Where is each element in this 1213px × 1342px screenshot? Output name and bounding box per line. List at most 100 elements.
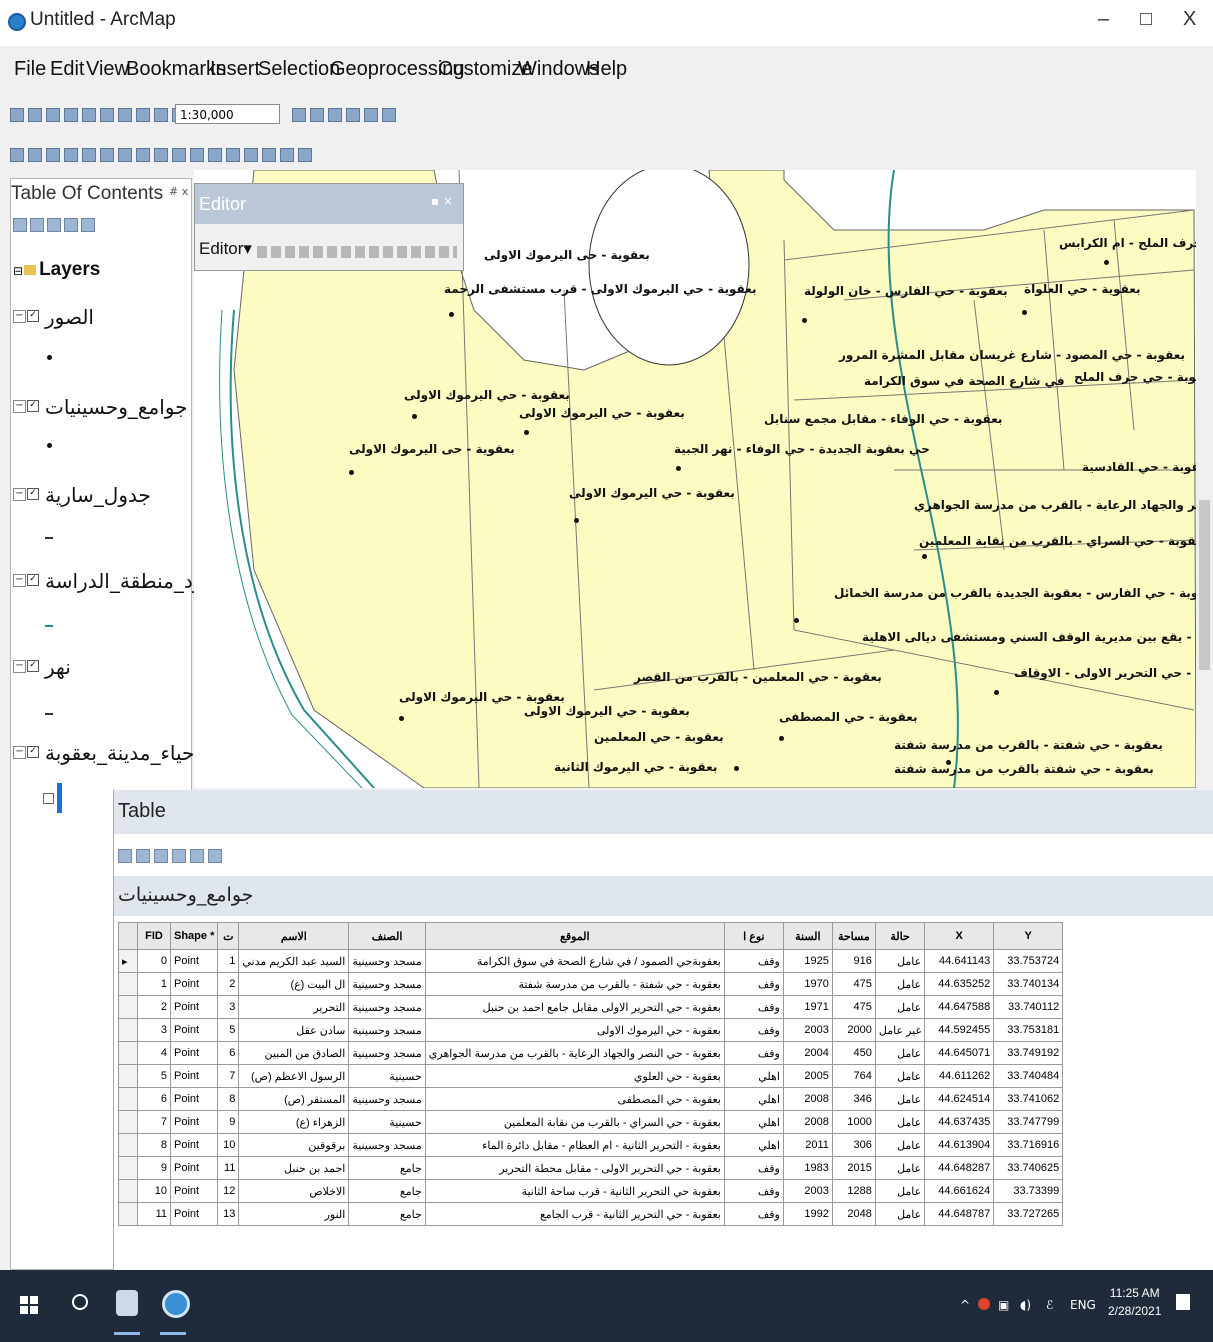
table-cell[interactable]: 33.753724 [993, 949, 1064, 973]
table-cell[interactable]: مسجد وحسينية [348, 1133, 426, 1157]
list-by-drawing-order-icon[interactable] [13, 218, 27, 232]
menu-selection[interactable]: Selection [258, 58, 340, 81]
table-cell[interactable]: 44.613904 [924, 1133, 995, 1157]
forward-icon[interactable] [136, 148, 150, 162]
table-cell[interactable]: عامل [874, 1156, 926, 1180]
python-icon[interactable] [382, 108, 396, 122]
table-cell[interactable]: عامل [874, 1202, 926, 1226]
table-cell[interactable]: 44.592455 [924, 1018, 995, 1042]
pen-icon[interactable]: ℰ [1046, 1298, 1053, 1312]
layer-name[interactable]: احياء_مدينة_بعقوبة [45, 741, 200, 765]
layer-visibility-checkbox[interactable]: ✓ [27, 400, 39, 412]
table-cell[interactable]: مسجد وحسينية [348, 1041, 426, 1065]
table-cell[interactable]: وقف [723, 1041, 784, 1065]
table-cell[interactable]: 4 [137, 1041, 171, 1065]
mosque-point[interactable] [946, 760, 951, 765]
list-by-source-icon[interactable] [30, 218, 44, 232]
maximize-button[interactable]: □ [1140, 8, 1152, 31]
table-cell[interactable]: 2003 [782, 1018, 833, 1042]
table-cell[interactable]: 1 [137, 972, 171, 996]
table-cell[interactable]: بعقوبة - التحرير الثانية - ام العظام - م… [424, 1133, 725, 1157]
table-cell[interactable]: 7 [217, 1064, 240, 1088]
table-row[interactable]: 9 Point 11 احمد بن حنبل جامع بعقوبة - حي التح… [118, 1156, 1064, 1180]
table-cell[interactable]: 1925 [782, 949, 833, 973]
line-symbol-icon[interactable] [45, 713, 53, 715]
table-row[interactable]: 2 Point 3 التحرير مسجد وحسينية بعقوبة - حي ال… [118, 995, 1064, 1019]
table-cell[interactable]: عامل [874, 1041, 926, 1065]
table-cell[interactable]: Point [169, 1133, 219, 1157]
scrollbar-thumb[interactable] [1199, 500, 1210, 670]
list-by-visibility-icon[interactable] [47, 218, 61, 232]
row-selector[interactable] [118, 1087, 138, 1111]
table-cell[interactable]: 2 [217, 972, 240, 996]
table-cell[interactable]: 44.661624 [924, 1179, 995, 1203]
table-cell[interactable]: Point [169, 1179, 219, 1203]
table-row[interactable]: 10 Point 12 الاخلاص جامع بعقوبة حي التحرير ال… [118, 1179, 1064, 1203]
notifications-icon[interactable] [1176, 1294, 1190, 1310]
table-cell[interactable]: 1983 [782, 1156, 833, 1180]
menu-file[interactable]: File [14, 58, 46, 81]
mosque-point[interactable] [574, 518, 579, 523]
table-cell[interactable]: Point [169, 1064, 219, 1088]
table-cell[interactable]: 33.749192 [993, 1041, 1064, 1065]
menu-view[interactable]: View [86, 58, 129, 81]
expand-toggle-icon[interactable]: − [13, 660, 26, 673]
collapse-icon[interactable]: ⊟ [13, 264, 23, 278]
layers-root[interactable]: ⊟ Layers [13, 259, 100, 281]
mosque-point[interactable] [794, 618, 799, 623]
table-cell[interactable]: عامل [874, 995, 926, 1019]
find-icon[interactable] [280, 148, 294, 162]
column-header[interactable]: السنة [782, 922, 833, 950]
table-cell[interactable]: الاخلاص [238, 1179, 350, 1203]
clear-selection-icon[interactable] [190, 849, 204, 863]
table-cell[interactable]: 33.727265 [993, 1202, 1064, 1226]
table-cell[interactable]: 2008 [782, 1110, 833, 1134]
expand-toggle-icon[interactable]: − [13, 310, 26, 323]
table-cell[interactable]: Point [169, 1087, 219, 1111]
column-header[interactable]: الموقع [424, 922, 725, 950]
table-cell[interactable]: 3 [137, 1018, 171, 1042]
back-icon[interactable] [118, 148, 132, 162]
table-cell[interactable]: بعقوبة - حي اليرموك الاولى [424, 1018, 725, 1042]
start-button[interactable] [20, 1296, 38, 1314]
table-cell[interactable]: الرسول الاعظم (ص) [238, 1064, 350, 1088]
select-features-icon[interactable] [154, 148, 168, 162]
mosque-point[interactable] [994, 690, 999, 695]
row-selector[interactable] [118, 1041, 138, 1065]
column-header[interactable]: الاسم [238, 922, 350, 950]
row-selector-header[interactable] [118, 922, 138, 950]
layer-visibility-checkbox[interactable]: ✓ [27, 660, 39, 672]
table-cell[interactable]: 475 [831, 972, 876, 996]
polygon-symbol-icon[interactable] [43, 793, 54, 804]
table-cell[interactable]: 13 [217, 1202, 240, 1226]
delete-selected-icon[interactable] [208, 849, 222, 863]
map-scale-input[interactable]: 1:30,000 [175, 104, 280, 124]
hyperlink-icon[interactable] [226, 148, 240, 162]
table-cell[interactable]: برقوقين [238, 1133, 350, 1157]
layer-name[interactable]: نهر [45, 655, 71, 679]
table-cell[interactable]: بعقوبة - حي العلوي [424, 1064, 725, 1088]
menu-help[interactable]: Help [586, 58, 627, 81]
table-cell[interactable]: 44.624514 [924, 1087, 995, 1111]
table-cell[interactable]: التحرير [238, 995, 350, 1019]
mosque-point[interactable] [1104, 260, 1109, 265]
column-header[interactable]: الصنف [348, 922, 426, 950]
table-row[interactable]: ▸ 0 Point 1 السيد عبد الكريم مدني مسجد وحسيني… [118, 949, 1064, 973]
mosque-point[interactable] [676, 466, 681, 471]
table-cell[interactable]: وقف [723, 1202, 784, 1226]
table-cell[interactable]: 764 [831, 1064, 876, 1088]
options-icon[interactable] [81, 218, 95, 232]
pan-icon[interactable] [46, 148, 60, 162]
table-cell[interactable]: عامل [874, 1087, 926, 1111]
table-cell[interactable]: بعقوبة - حي التحرير الاولى مقابل جامع اح… [424, 995, 725, 1019]
list-by-selection-icon[interactable] [64, 218, 78, 232]
column-header[interactable]: FID [137, 922, 171, 950]
map-vertical-scrollbar[interactable] [1196, 170, 1213, 788]
undo-icon[interactable] [154, 108, 168, 122]
table-cell[interactable]: 33.716916 [993, 1133, 1064, 1157]
table-cell[interactable]: عامل [874, 972, 926, 996]
row-selector[interactable]: ▸ [118, 949, 138, 973]
layer-name[interactable]: جوامع_وحسينيات [45, 395, 188, 419]
fixed-zoom-in-icon[interactable] [82, 148, 96, 162]
table-cell[interactable]: 2003 [782, 1179, 833, 1203]
